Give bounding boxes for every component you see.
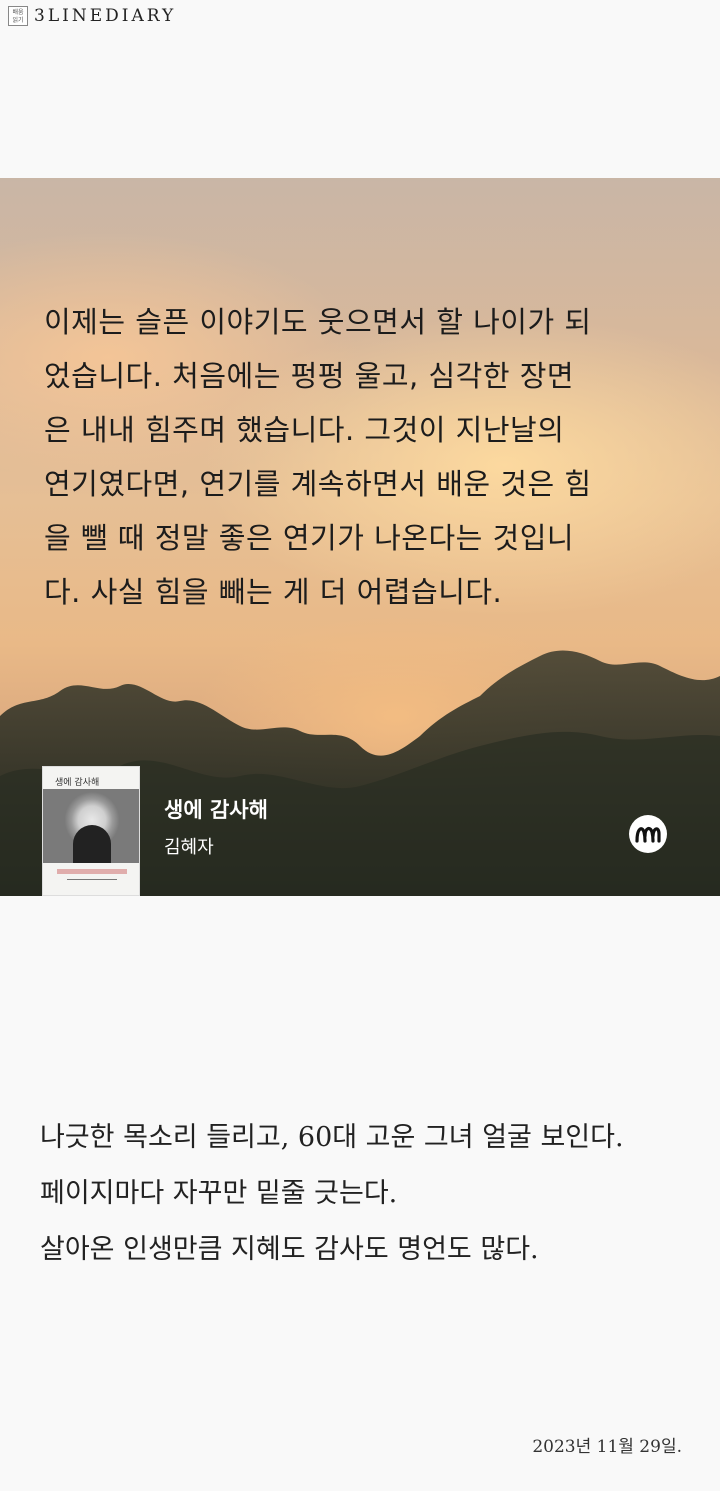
app-logo-text[interactable]: 3LINEDIARY — [34, 6, 176, 26]
logo-box[interactable]: 배움 읽기 — [8, 6, 28, 26]
book-title[interactable]: 생에 감사해 — [164, 794, 268, 824]
quote-line: 이제는 슬픈 이야기도 웃으면서 할 나이가 되 — [44, 305, 592, 339]
diary-entry: 나긋한 목소리 들리고, 60대 고운 그녀 얼굴 보인다. 페이지마다 자꾸만… — [40, 1110, 700, 1278]
diary-line: 살아온 인생만큼 지혜도 감사도 명언도 많다. — [40, 1234, 539, 1265]
quote-line: 은 내내 힘주며 했습니다. 그것이 지난날의 — [44, 413, 565, 447]
cover-figure — [73, 825, 111, 863]
diary-line: 나긋한 목소리 들리고, 60대 고운 그녀 얼굴 보인다. — [40, 1122, 624, 1153]
quote-line: 다. 사실 힘을 빼는 게 더 어렵습니다. — [44, 575, 503, 609]
quote-line: 었습니다. 처음에는 펑펑 울고, 심각한 장면 — [44, 359, 575, 393]
app-header: 배움 읽기 3LINEDIARY — [8, 4, 176, 28]
book-author: 김혜자 — [164, 837, 214, 858]
m-logo-icon[interactable] — [628, 814, 668, 854]
quote-card: 이제는 슬픈 이야기도 웃으면서 할 나이가 되 었습니다. 처음에는 펑펑 울… — [0, 178, 720, 896]
diary-line: 페이지마다 자꾸만 밑줄 긋는다. — [40, 1178, 398, 1209]
entry-date: 2023년 11월 29일. — [532, 1437, 682, 1457]
cover-title: 생에 감사해 — [55, 778, 100, 788]
cover-band — [57, 869, 127, 874]
quote-line: 을 뺄 때 정말 좋은 연기가 나온다는 것입니 — [44, 521, 575, 555]
quote-text: 이제는 슬픈 이야기도 웃으면서 할 나이가 되 었습니다. 처음에는 펑펑 울… — [44, 295, 684, 619]
book-cover-image[interactable]: 생에 감사해 — [42, 766, 140, 896]
cover-signature — [67, 879, 117, 880]
quote-line: 연기였다면, 연기를 계속하면서 배운 것은 힘 — [44, 467, 592, 501]
